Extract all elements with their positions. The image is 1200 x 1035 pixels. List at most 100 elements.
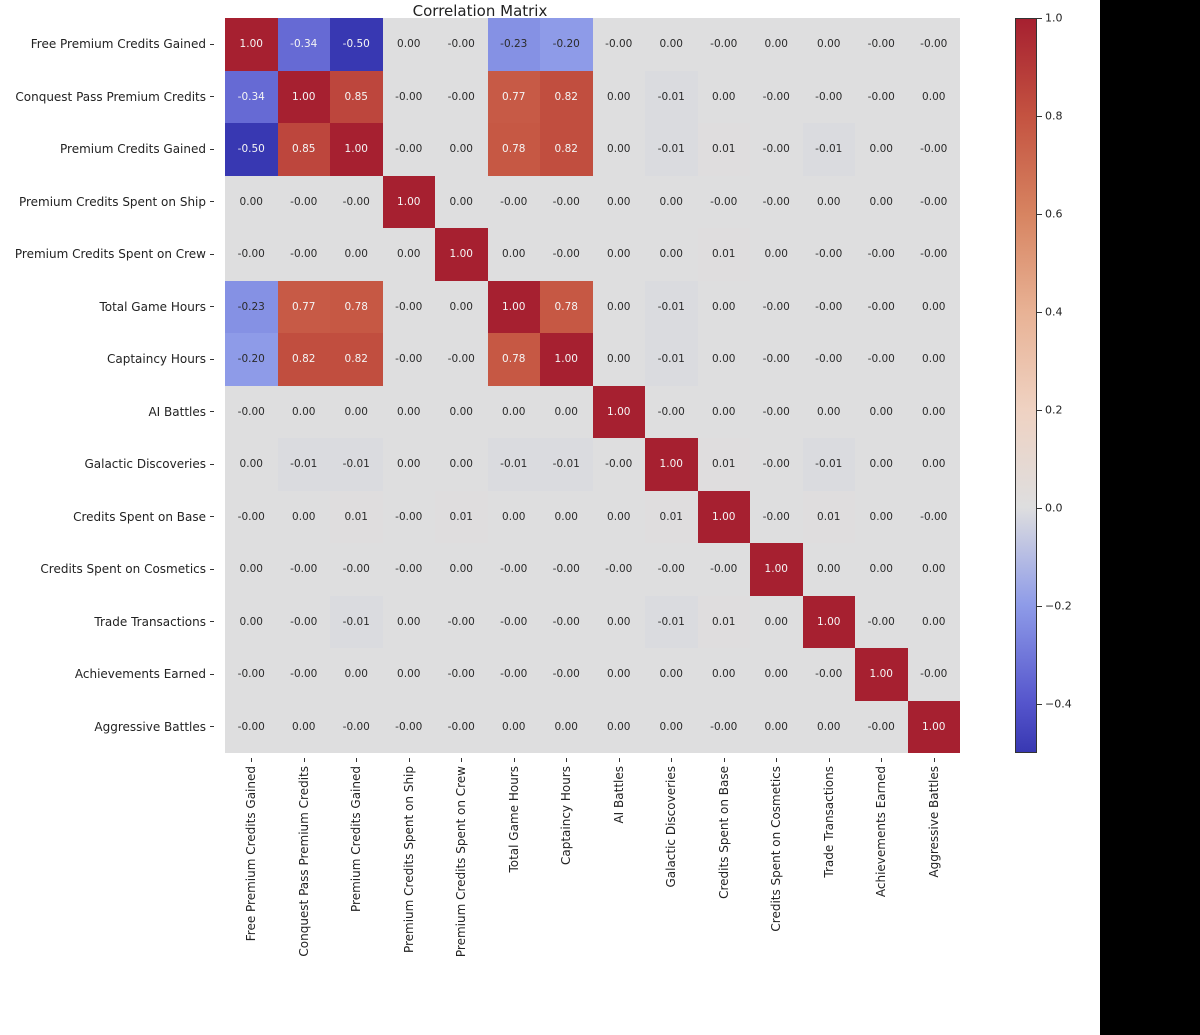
heatmap-cell: -0.01: [803, 123, 856, 176]
heatmap-cell: 0.78: [488, 333, 541, 386]
colorbar-tick-label: 0.0: [1045, 502, 1063, 515]
heatmap-cell: -0.00: [488, 596, 541, 649]
heatmap-cell: 0.01: [698, 438, 751, 491]
heatmap-cell: 0.00: [803, 701, 856, 754]
heatmap-cell: 0.00: [750, 18, 803, 71]
heatmap-cell: 0.00: [383, 18, 436, 71]
heatmap-cell: 0.00: [593, 281, 646, 334]
correlation-heatmap-figure: Correlation Matrix 1.00-0.34-0.500.00-0.…: [0, 0, 1200, 1035]
x-tick: [409, 758, 410, 762]
colorbar-tick: [1037, 214, 1042, 215]
x-tick: [671, 758, 672, 762]
heatmap-cell: -0.00: [278, 176, 331, 229]
y-tick: [210, 621, 214, 622]
colorbar-ticks: −0.4−0.20.00.20.40.60.81.0: [1037, 18, 1097, 753]
heatmap-cell: -0.00: [855, 228, 908, 281]
heatmap-cell: 0.00: [803, 176, 856, 229]
heatmap-cell: 0.85: [330, 71, 383, 124]
x-tick: [776, 758, 777, 762]
y-tick-label: Captaincy Hours: [0, 333, 218, 386]
heatmap-cell: 0.00: [750, 701, 803, 754]
colorbar-tick: [1037, 410, 1042, 411]
heatmap-cell: 0.00: [803, 386, 856, 439]
heatmap-cell: 0.00: [855, 123, 908, 176]
x-tick-label: Achievements Earned: [874, 766, 888, 897]
heatmap-row: -0.200.820.82-0.00-0.000.781.000.00-0.01…: [225, 333, 960, 386]
heatmap-cell: -0.00: [855, 701, 908, 754]
heatmap-cell: 0.00: [908, 333, 961, 386]
x-tick: [934, 758, 935, 762]
heatmap-row: -0.341.000.85-0.00-0.000.770.820.00-0.01…: [225, 71, 960, 124]
heatmap-cell: -0.00: [435, 701, 488, 754]
heatmap-cell: -0.00: [278, 543, 331, 596]
colorbar: [1015, 18, 1037, 753]
y-tick-label: Total Game Hours: [0, 281, 218, 334]
y-tick: [210, 464, 214, 465]
heatmap-cell: -0.00: [593, 438, 646, 491]
x-tick-label: Captaincy Hours: [559, 766, 573, 865]
heatmap-cell: 0.00: [383, 648, 436, 701]
y-tick: [210, 569, 214, 570]
heatmap-cell: 0.00: [908, 543, 961, 596]
heatmap-cell: 0.01: [803, 491, 856, 544]
colorbar-tick-label: 0.2: [1045, 404, 1063, 417]
heatmap-cell: 0.00: [645, 18, 698, 71]
x-tick-slot: Premium Credits Gained: [330, 758, 383, 1028]
y-tick-label: Achievements Earned: [0, 648, 218, 701]
heatmap-cell: -0.01: [803, 438, 856, 491]
heatmap-cell: 0.00: [750, 648, 803, 701]
x-tick-slot: Trade Transactions: [803, 758, 856, 1028]
heatmap-cell: 0.00: [855, 386, 908, 439]
x-tick-slot: Credits Spent on Cosmetics: [750, 758, 803, 1028]
heatmap-cell: 0.00: [540, 491, 593, 544]
x-tick-slot: Captaincy Hours: [540, 758, 593, 1028]
heatmap-cell: 0.00: [750, 596, 803, 649]
heatmap-cell: -0.00: [383, 123, 436, 176]
x-tick-label: Trade Transactions: [822, 766, 836, 878]
heatmap-cell: 0.00: [593, 333, 646, 386]
x-tick-slot: Galactic Discoveries: [645, 758, 698, 1028]
heatmap-cell: 1.00: [540, 333, 593, 386]
heatmap-cell: 0.00: [698, 281, 751, 334]
x-tick-slot: Premium Credits Spent on Ship: [383, 758, 436, 1028]
heatmap-cell: -0.00: [225, 648, 278, 701]
x-tick-label: Credits Spent on Base: [717, 766, 731, 899]
x-tick: [461, 758, 462, 762]
x-tick: [251, 758, 252, 762]
heatmap-cell: -0.00: [435, 71, 488, 124]
heatmap-cell: 0.00: [698, 333, 751, 386]
y-tick-label: Credits Spent on Cosmetics: [0, 543, 218, 596]
heatmap-cell: 0.00: [593, 71, 646, 124]
heatmap-cell: 0.00: [488, 228, 541, 281]
heatmap-cell: 0.01: [698, 228, 751, 281]
heatmap-cell: -0.00: [540, 228, 593, 281]
y-tick: [210, 674, 214, 675]
black-right-strip: [1100, 0, 1200, 1035]
heatmap-cell: -0.00: [225, 491, 278, 544]
heatmap-cell: -0.01: [488, 438, 541, 491]
x-tick-slot: Total Game Hours: [488, 758, 541, 1028]
heatmap-grid: 1.00-0.34-0.500.00-0.00-0.23-0.20-0.000.…: [225, 18, 960, 753]
heatmap-cell: -0.01: [540, 438, 593, 491]
heatmap-row: 1.00-0.34-0.500.00-0.00-0.23-0.20-0.000.…: [225, 18, 960, 71]
heatmap-cell: 0.00: [593, 596, 646, 649]
heatmap-cell: 0.00: [330, 228, 383, 281]
heatmap-cell: 0.78: [488, 123, 541, 176]
heatmap-cell: -0.00: [435, 333, 488, 386]
heatmap-cell: -0.00: [908, 176, 961, 229]
heatmap-cell: -0.00: [698, 701, 751, 754]
heatmap-cell: 0.01: [698, 596, 751, 649]
heatmap-cell: -0.00: [540, 596, 593, 649]
heatmap-cell: -0.00: [908, 18, 961, 71]
heatmap-cell: 1.00: [383, 176, 436, 229]
heatmap-cell: -0.00: [330, 701, 383, 754]
heatmap-cell: 0.00: [645, 176, 698, 229]
y-tick-label: Premium Credits Gained: [0, 123, 218, 176]
heatmap-cell: -0.00: [750, 386, 803, 439]
heatmap-cell: 0.82: [540, 123, 593, 176]
heatmap-cell: 0.00: [855, 438, 908, 491]
colorbar-tick-label: −0.2: [1045, 600, 1072, 613]
x-tick: [829, 758, 830, 762]
heatmap-cell: 0.00: [803, 543, 856, 596]
y-tick: [210, 411, 214, 412]
